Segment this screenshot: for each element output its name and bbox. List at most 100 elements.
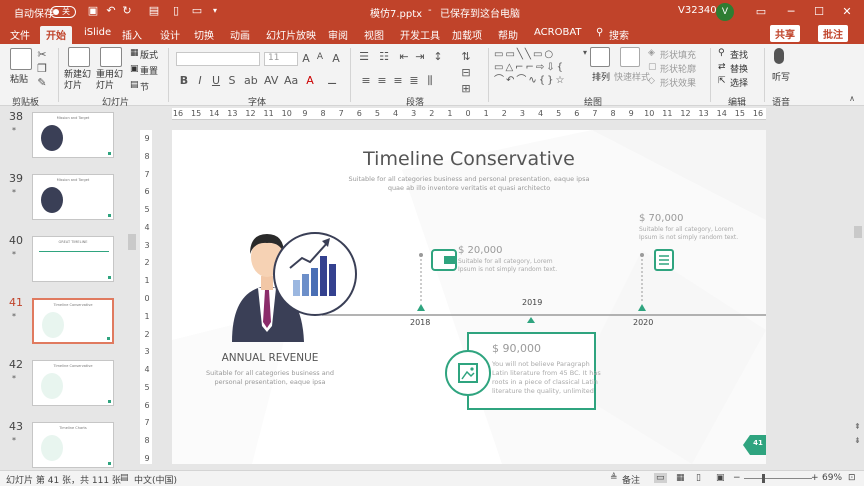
customize-toolbar-icon[interactable]: ▾	[208, 4, 222, 18]
underline-icon[interactable]: U	[210, 74, 222, 87]
close-icon[interactable]: ✕	[832, 0, 862, 24]
shape-effects-button[interactable]: 形状效果	[660, 76, 696, 89]
annual-revenue-title[interactable]: ANNUAL REVENUE	[192, 352, 348, 364]
tab-view[interactable]: 视图	[364, 27, 384, 42]
new-slide-button[interactable]: 新建幻灯片	[64, 70, 98, 92]
format-painter-icon[interactable]: ✎	[36, 76, 48, 89]
tab-help[interactable]: 帮助	[498, 27, 518, 42]
tab-islide[interactable]: iSlide	[84, 27, 111, 38]
font-color-icon[interactable]: A	[304, 74, 316, 87]
notes-icon[interactable]: ≜	[610, 473, 618, 483]
reuse-slide-button[interactable]: 重用幻灯片	[96, 70, 130, 92]
minimize-icon[interactable]: ─	[776, 0, 806, 24]
quick-styles-button[interactable]: 快速样式	[614, 70, 650, 83]
cut-icon[interactable]: ✂	[36, 48, 48, 61]
italic-icon[interactable]: I	[194, 74, 206, 87]
font-size-combo[interactable]: 11	[264, 52, 298, 66]
text-direction-icon[interactable]: ⇅	[460, 50, 472, 63]
prev-slide-icon[interactable]: ⇞	[854, 422, 861, 431]
find-icon[interactable]: ⚲	[718, 48, 725, 58]
clear-format-icon[interactable]: A	[330, 52, 342, 65]
effects-icon[interactable]: ◇	[648, 76, 655, 86]
layout-icon[interactable]: ▦	[130, 48, 139, 58]
arrange-icon[interactable]	[590, 47, 610, 67]
desc-90000-line4[interactable]: literature the quality, unlimited	[492, 387, 594, 395]
columns-icon[interactable]: ⫼	[424, 74, 436, 88]
desc-20000-line2[interactable]: Ipsum is not simply random text.	[458, 266, 557, 273]
font-name-combo[interactable]	[176, 52, 260, 66]
annual-revenue-desc-line1[interactable]: Suitable for all categories business and	[192, 369, 348, 377]
share-button[interactable]: 共享	[770, 25, 800, 42]
desc-20000-line1[interactable]: Suitable for all category, Lorem	[458, 258, 553, 265]
layout-button[interactable]: 版式	[140, 48, 158, 61]
shapes-gallery[interactable]: ▭▭╲╲▭○ ▭△⌐⌐⇨⇩{⌒↶⌒∿{}☆	[494, 48, 578, 90]
desc-70000-line2[interactable]: Ipsum is not simply random text.	[639, 234, 738, 241]
align-right-icon[interactable]: ≡	[392, 74, 404, 87]
tab-acrobat[interactable]: ACROBAT	[534, 27, 582, 38]
editor-scroll-thumb[interactable]	[854, 226, 862, 238]
arrange-button[interactable]: 排列	[592, 70, 610, 83]
zoom-slider-thumb[interactable]	[762, 474, 765, 483]
desc-90000-line3[interactable]: roots in a piece of classical Latin	[492, 378, 598, 386]
year-2018-label[interactable]: 2018	[410, 318, 430, 327]
redo-icon[interactable]: ↻	[120, 4, 134, 18]
fill-icon[interactable]: ◈	[648, 48, 655, 58]
slide-thumbnail[interactable]: Mission and Target	[32, 112, 114, 158]
new-file-icon[interactable]: ▯	[169, 4, 183, 18]
tab-home[interactable]: 开始	[40, 26, 72, 44]
increase-indent-icon[interactable]: ⇥	[414, 50, 426, 63]
bold-icon[interactable]: B	[178, 74, 190, 87]
collapse-ribbon-icon[interactable]: ∧	[846, 94, 858, 103]
zoom-level[interactable]: 69%	[822, 473, 842, 483]
change-case-icon[interactable]: Aa	[284, 74, 298, 87]
year-2019-label[interactable]: 2019	[522, 298, 542, 307]
maximize-icon[interactable]: ☐	[804, 0, 834, 24]
decrease-font-icon[interactable]: A	[314, 52, 326, 62]
justify-icon[interactable]: ≣	[408, 74, 420, 87]
thumbnail-scroll-thumb[interactable]	[128, 234, 136, 250]
tab-insert[interactable]: 插入	[122, 27, 142, 42]
shape-outline-button[interactable]: 形状轮廓	[660, 62, 696, 75]
fit-slide-icon[interactable]: ⊡	[848, 473, 856, 483]
language-status[interactable]: 中文(中国)	[134, 473, 177, 486]
outline-icon[interactable]: ▢	[648, 62, 657, 72]
year-2020-label[interactable]: 2020	[633, 318, 653, 327]
tab-slideshow[interactable]: 幻灯片放映	[266, 27, 316, 42]
align-center-icon[interactable]: ≡	[376, 74, 388, 87]
strikethrough-icon[interactable]: ab	[244, 74, 258, 87]
open-file-icon[interactable]: ▭	[190, 4, 204, 18]
shape-fill-button[interactable]: 形状填充	[660, 48, 696, 61]
select-icon[interactable]: ⇱	[718, 76, 726, 86]
avatar[interactable]: V	[716, 3, 734, 21]
desc-90000-line1[interactable]: You will not believe Paragraph	[492, 360, 590, 368]
spellcheck-icon[interactable]: ▤	[120, 473, 129, 483]
paste-button[interactable]: 粘贴	[10, 72, 28, 85]
normal-view-icon[interactable]: ▭	[654, 473, 667, 483]
paste-icon[interactable]	[10, 48, 32, 70]
notes-button[interactable]: 备注	[622, 473, 640, 486]
increase-font-icon[interactable]: A	[300, 52, 312, 65]
amount-20000[interactable]: $ 20,000	[458, 245, 503, 256]
slide-subtitle-line2[interactable]: quae ab illo inventore veritatis et quas…	[172, 184, 766, 192]
section-button[interactable]: 节	[140, 80, 149, 93]
reset-icon[interactable]: ▣	[130, 64, 139, 74]
tab-transitions[interactable]: 切换	[194, 27, 214, 42]
reset-button[interactable]: 重置	[140, 64, 158, 77]
comment-button[interactable]: 批注	[818, 25, 848, 42]
autosave-toggle[interactable]: 关	[50, 6, 76, 18]
slide-title[interactable]: Timeline Conservative	[172, 148, 766, 170]
zoom-slider[interactable]	[744, 478, 812, 479]
present-icon[interactable]: ▤	[147, 4, 161, 18]
reading-view-icon[interactable]: ▯	[696, 473, 701, 483]
slideshow-icon[interactable]: ▣	[716, 473, 725, 483]
line-spacing-icon[interactable]: ↕	[432, 50, 444, 63]
tab-addins[interactable]: 加载项	[452, 27, 482, 42]
slide-count-status[interactable]: 幻灯片 第 41 张，共 111 张	[6, 473, 121, 486]
zoom-out-icon[interactable]: −	[733, 473, 741, 483]
search-icon[interactable]: ⚲	[596, 27, 603, 38]
desc-70000-line1[interactable]: Suitable for all category, Lorem	[639, 226, 734, 233]
slide-sorter-icon[interactable]: ▦	[676, 473, 685, 483]
annual-revenue-desc-line2[interactable]: personal presentation, eaque ipsa	[192, 378, 348, 386]
slide-thumbnail[interactable]: GREAT TIMELINE	[32, 236, 114, 282]
tab-design[interactable]: 设计	[160, 27, 180, 42]
